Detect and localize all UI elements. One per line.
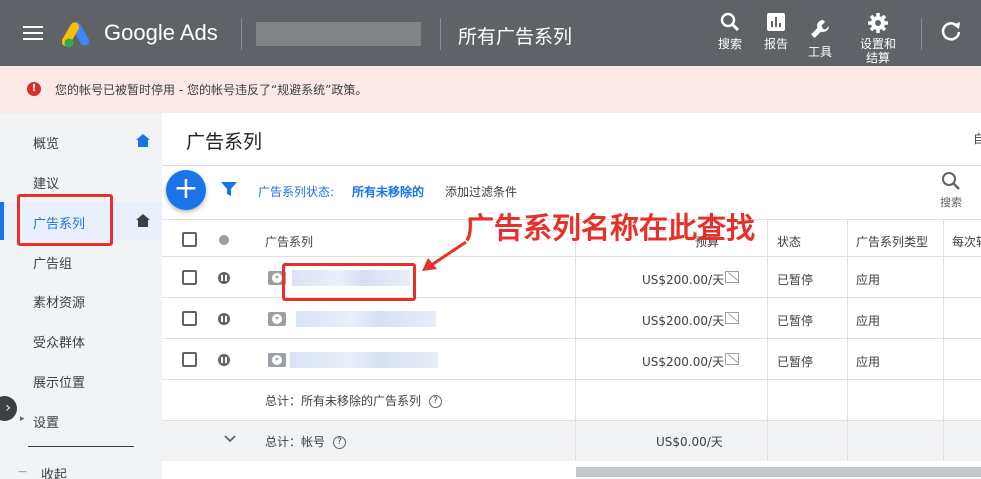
sidebar-item-label: 素材资源 (33, 296, 86, 311)
row-checkbox[interactable] (182, 270, 197, 285)
sidebar-collapse[interactable]: — 收起 (0, 457, 162, 479)
highlight-box (17, 194, 113, 246)
column-divider (943, 219, 944, 461)
table-row[interactable]: US$200.00/天 已暂停 应用 (162, 298, 981, 339)
home-icon (136, 214, 150, 227)
error-icon: ! (27, 82, 41, 96)
campaign-table: 广告系列 预算 状态 广告系列类型 每次转 US$200.00/天 已暂停 应用… (162, 219, 981, 479)
highlight-box (282, 263, 416, 301)
status-dot-icon (219, 235, 229, 245)
search-icon (720, 12, 740, 32)
account-name-redacted[interactable] (256, 22, 421, 46)
collapse-icon: — (18, 467, 27, 477)
chart-icon[interactable] (725, 271, 739, 283)
app-campaign-icon (268, 312, 286, 326)
column-divider (575, 219, 576, 461)
table-row[interactable]: US$200.00/天 已暂停 应用 (162, 339, 981, 380)
caret-right-icon: ▸ (20, 414, 25, 424)
add-filter-button[interactable]: 添加过滤条件 (445, 183, 517, 200)
search-tool[interactable]: 搜索 (718, 12, 742, 52)
column-divider (847, 219, 848, 461)
top-bar: Google Ads 所有广告系列 搜索 报告 工具 设置和结算 (0, 0, 981, 66)
chart-icon[interactable] (725, 353, 739, 365)
chevron-down-icon[interactable] (224, 435, 236, 443)
report-icon (767, 13, 785, 31)
search-label: 搜索 (940, 196, 962, 209)
divider (440, 18, 441, 50)
sidebar: 概览 建议 广告系列 广告组 素材资源 受众群体 展示位置 ▸ 设置 › — 收… (0, 113, 162, 479)
select-all-checkbox[interactable] (182, 232, 197, 247)
annotation-arrow-icon (422, 240, 467, 271)
sidebar-item-label: 设置 (33, 416, 60, 431)
sidebar-item-label: 广告组 (33, 257, 73, 272)
sidebar-item-assets[interactable]: 素材资源 (0, 281, 162, 319)
row-checkbox[interactable] (182, 311, 197, 326)
divider (162, 165, 981, 166)
filter-label[interactable]: 广告系列状态: (258, 183, 334, 200)
help-icon[interactable]: ? (333, 436, 347, 449)
horizontal-scrollbar[interactable] (576, 467, 981, 477)
sidebar-item-label: 建议 (33, 177, 60, 192)
account-total-text: 总计：帐号 (265, 435, 326, 449)
divider (241, 18, 242, 50)
tool-label: 搜索 (718, 37, 743, 51)
alert-banner: ! 您的帐号已被暂时停用 - 您的帐号违反了“规避系统”政策。 (0, 66, 981, 113)
column-divider (767, 219, 768, 461)
sidebar-item-settings[interactable]: ▸ 设置 (0, 401, 162, 439)
settings-billing-tool[interactable]: 设置和结算 (856, 12, 900, 65)
page-title: 所有广告系列 (458, 26, 573, 48)
sidebar-item-label: 概览 (33, 137, 60, 152)
home-icon (136, 134, 150, 147)
sidebar-item-audiences[interactable]: 受众群体 (0, 321, 162, 359)
sidebar-item-label: 受众群体 (33, 336, 86, 351)
collapse-label: 收起 (41, 468, 68, 479)
divider (28, 446, 134, 447)
date-range-label[interactable]: 自 (973, 130, 981, 147)
help-icon[interactable]: ? (429, 395, 443, 408)
paused-icon[interactable] (218, 313, 230, 325)
tool-label: 设置和结算 (859, 37, 896, 65)
gear-icon (868, 13, 888, 33)
total-row: 总计：所有未移除的广告系列? (162, 380, 981, 421)
alert-text: 您的帐号已被暂时停用 - 您的帐号违反了“规避系统”政策。 (55, 83, 368, 97)
table-search-button[interactable]: 搜索 (940, 171, 962, 210)
wrench-icon (811, 20, 829, 38)
account-total-label: 总计：帐号? (265, 433, 347, 473)
google-ads-logo (62, 21, 90, 48)
total-label-text: 总计：所有未移除的广告系列 (265, 394, 422, 408)
chart-icon[interactable] (725, 312, 739, 324)
brand-name: Google Ads (104, 20, 218, 45)
report-tool[interactable]: 报告 (764, 12, 788, 52)
main-title: 广告系列 (186, 131, 263, 153)
sidebar-item-ad-groups[interactable]: 广告组 (0, 242, 162, 280)
campaign-name-redacted[interactable] (296, 311, 436, 327)
paused-icon[interactable] (218, 272, 230, 284)
row-checkbox[interactable] (182, 352, 197, 367)
campaign-name-redacted[interactable] (290, 352, 438, 368)
annotation-text: 广告系列名称在此查找 (465, 211, 756, 245)
filter-value[interactable]: 所有未移除的 (352, 183, 424, 200)
sidebar-item-overview[interactable]: 概览 (0, 122, 162, 160)
tool-label: 工具 (808, 45, 833, 59)
app-campaign-icon (268, 353, 286, 367)
divider (921, 18, 922, 50)
add-campaign-button[interactable]: + (166, 170, 206, 210)
sidebar-item-label: 展示位置 (33, 376, 86, 391)
menu-icon[interactable] (23, 26, 43, 40)
search-icon (942, 172, 960, 190)
tools-tool[interactable]: 工具 (808, 18, 832, 60)
sidebar-item-placements[interactable]: 展示位置 (0, 361, 162, 399)
account-total-row: 总计：帐号? US$0.00/天 (162, 421, 981, 461)
tool-label: 报告 (764, 37, 789, 51)
paused-icon[interactable] (218, 354, 230, 366)
filter-icon[interactable] (221, 181, 237, 197)
refresh-icon[interactable] (940, 20, 962, 42)
